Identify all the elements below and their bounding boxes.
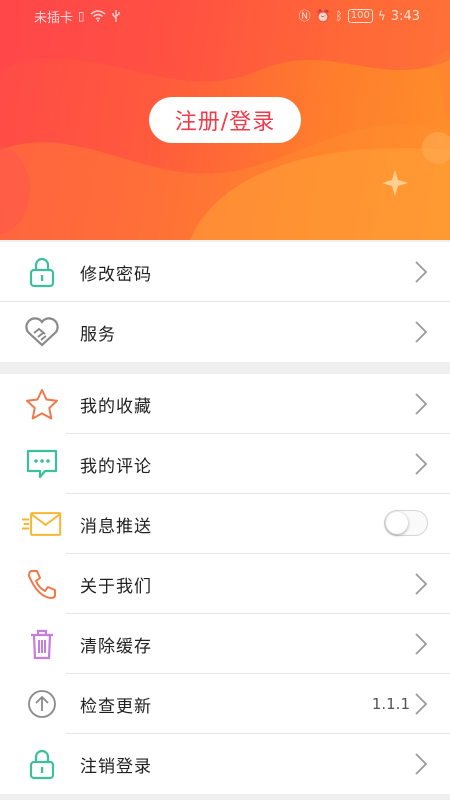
general-menu-group: 我的收藏 我的评论 消息推送 关于我们 清除缓存 检查更新 1.1.1 注销登录 — [0, 374, 450, 794]
nfc-icon: Ⓝ — [298, 9, 311, 23]
lock-icon — [22, 254, 62, 290]
chevron-right-icon — [415, 573, 428, 595]
chevron-right-icon — [415, 393, 428, 415]
menu-item-about-us[interactable]: 关于我们 — [0, 554, 450, 614]
usb-icon — [111, 10, 120, 22]
upload-icon — [22, 686, 62, 722]
menu-item-label: 服务 — [80, 324, 116, 345]
phone-icon — [22, 566, 62, 602]
chevron-right-icon — [415, 693, 428, 715]
status-time: 3:43 — [390, 8, 420, 24]
bottom-spacer — [0, 794, 450, 800]
push-notification-toggle[interactable] — [384, 510, 428, 536]
menu-item-push-notifications: 消息推送 — [0, 494, 450, 554]
menu-item-check-update[interactable]: 检查更新 1.1.1 — [0, 674, 450, 734]
menu-item-service[interactable]: 服务 — [0, 302, 450, 362]
status-bar: 未插卡 ▯ Ⓝ ⏰ ᛒ 100 ϟ 3:43 — [0, 0, 450, 32]
star-icon — [22, 386, 62, 422]
carrier-text: 未插卡 — [34, 10, 74, 26]
menu-item-label: 关于我们 — [80, 576, 152, 597]
menu-item-label: 注销登录 — [80, 756, 152, 777]
profile-header: 未插卡 ▯ Ⓝ ⏰ ᛒ 100 ϟ 3:43 注册/登录 — [0, 0, 450, 240]
menu-item-logout[interactable]: 注销登录 — [0, 734, 450, 794]
mail-icon — [22, 506, 62, 542]
handshake-icon — [22, 314, 62, 350]
alarm-icon: ⏰ — [315, 9, 331, 23]
menu-item-comments[interactable]: 我的评论 — [0, 434, 450, 494]
settings-screen: 未插卡 ▯ Ⓝ ⏰ ᛒ 100 ϟ 3:43 注册/登录 修改密码 服务 我的收… — [0, 0, 450, 800]
lock-icon — [22, 746, 62, 782]
chevron-right-icon — [415, 261, 428, 283]
menu-item-label: 清除缓存 — [80, 636, 152, 657]
chevron-right-icon — [415, 633, 428, 655]
menu-item-clear-cache[interactable]: 清除缓存 — [0, 614, 450, 674]
trash-icon — [22, 626, 62, 662]
comment-icon — [22, 446, 62, 482]
menu-item-label: 消息推送 — [80, 516, 152, 537]
menu-item-favorites[interactable]: 我的收藏 — [0, 374, 450, 434]
chevron-right-icon — [415, 453, 428, 475]
bluetooth-icon: ᛒ — [335, 9, 343, 23]
menu-item-label: 修改密码 — [80, 264, 152, 285]
account-menu-group: 修改密码 服务 — [0, 242, 450, 362]
battery-icon: 100 — [347, 9, 373, 23]
register-login-button[interactable]: 注册/登录 — [149, 97, 301, 143]
chevron-right-icon — [415, 321, 428, 343]
chevron-right-icon — [415, 753, 428, 775]
toggle-knob — [386, 512, 408, 534]
menu-item-label: 我的评论 — [80, 456, 152, 477]
menu-item-label: 我的收藏 — [80, 396, 152, 417]
menu-item-label: 检查更新 — [80, 696, 152, 717]
charging-icon: ϟ — [377, 9, 386, 23]
sim-icon: ▯ — [78, 9, 85, 23]
wifi-icon — [90, 10, 106, 22]
version-text: 1.1.1 — [371, 695, 410, 713]
menu-item-change-password[interactable]: 修改密码 — [0, 242, 450, 302]
